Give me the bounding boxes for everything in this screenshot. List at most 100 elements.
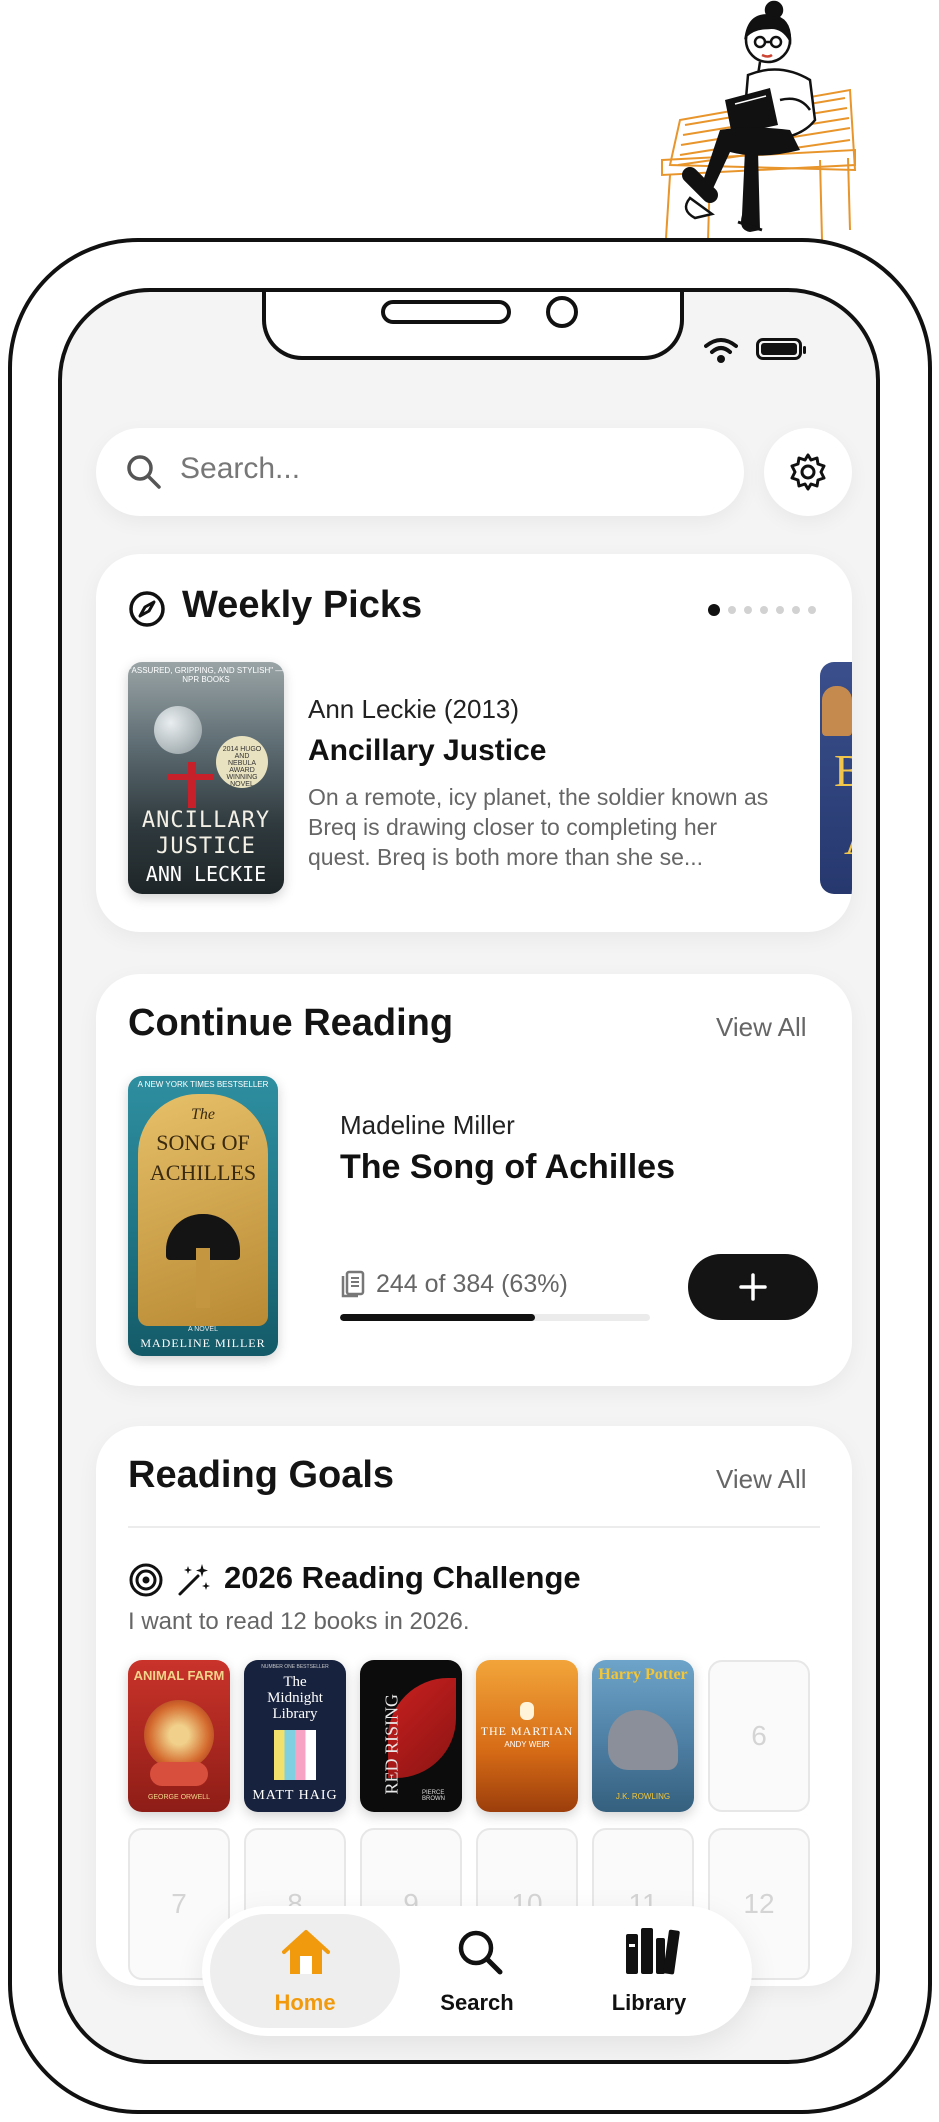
search-bar[interactable]: Search... <box>96 428 744 516</box>
weekly-picks-title: Weekly Picks <box>182 584 423 626</box>
tab-library[interactable]: Library <box>554 1914 744 2028</box>
page-dot <box>728 606 736 614</box>
cover-astronaut <box>520 1702 534 1720</box>
compass-icon <box>129 591 165 627</box>
tab-home-label: Home <box>274 1990 336 2015</box>
challenge-subtitle: I want to read 12 books in 2026. <box>128 1608 470 1635</box>
reading-progress-text: 244 of 384 (63%) <box>376 1270 568 1298</box>
cover-figure <box>822 686 852 736</box>
wifi-icon <box>704 338 738 363</box>
continue-reading-card: Continue Reading View All A NEW YORK TIM… <box>96 974 852 1386</box>
book-title[interactable]: The Song of Achilles <box>340 1148 675 1187</box>
cover-title-line2: ACHILLES <box>149 1160 257 1185</box>
page-dot <box>792 606 800 614</box>
cover-title-line3: Library <box>272 1706 318 1722</box>
cover-title-line1: The <box>283 1674 307 1690</box>
book-description: On a remote, icy planet, the soldier kno… <box>308 784 769 870</box>
cover-author: PIERCE BROWN <box>422 1790 445 1802</box>
cover-author: GEORGE ORWELL <box>147 1794 211 1801</box>
cover-title: ANIMAL FARM <box>133 1668 225 1683</box>
cover-title-the: The <box>191 1106 215 1123</box>
gear-icon <box>790 453 826 491</box>
cover-title-line2: Midnight <box>267 1690 323 1706</box>
cover-novel: A NOVEL <box>188 1326 218 1333</box>
cover-title: RED RISING <box>381 1693 402 1795</box>
cover-planet <box>154 706 202 754</box>
page-indicator <box>708 604 828 618</box>
cover-award-badge: 2014 HUGO AND NEBULA AWARD WINNING NOVEL <box>216 736 268 788</box>
page-dot <box>776 606 784 614</box>
cover-pre: NUMBER ONE BESTSELLER <box>261 1664 329 1670</box>
goal-book-midnight-library[interactable]: NUMBER ONE BESTSELLER The Midnight Libra… <box>244 1660 346 1812</box>
cover-building <box>274 1730 316 1780</box>
book-cover-ancillary-justice[interactable]: "ASSURED, GRIPPING, AND STYLISH" —NPR BO… <box>128 662 284 894</box>
cover-text: B <box>834 744 852 797</box>
plus-icon <box>739 1273 767 1301</box>
search-icon <box>127 455 161 489</box>
front-camera <box>546 296 578 328</box>
cover-sun <box>144 1700 214 1770</box>
book-title[interactable]: Ancillary Justice <box>308 734 546 768</box>
battery-icon <box>756 338 806 360</box>
target-icon <box>129 1563 163 1597</box>
continue-reading-title: Continue Reading <box>128 1002 454 1044</box>
book-cover-next[interactable]: B A <box>820 662 852 894</box>
book-author-year: Ann Leckie (2013) <box>308 694 520 724</box>
goal-book-the-martian[interactable]: THE MARTIAN ANDY WEIR <box>476 1660 578 1812</box>
cover-title: THE MARTIAN <box>480 1724 574 1738</box>
add-progress-button[interactable] <box>688 1254 818 1320</box>
cover-title-line1: ANCILLARY <box>141 808 271 833</box>
page-dot <box>760 606 768 614</box>
phone-screen: Search... Weekly Picks "ASSURED, GRIPPIN… <box>58 288 880 2064</box>
cover-title: Harry Potter <box>598 1666 688 1683</box>
cover-author: ANN LECKIE <box>145 862 267 886</box>
book-author: Madeline Miller <box>340 1110 515 1140</box>
reading-goals-card: Reading Goals View All 2026 Reading Chal… <box>96 1426 852 1986</box>
challenge-title[interactable]: 2026 Reading Challenge <box>224 1560 581 1596</box>
cover-ship <box>188 762 196 808</box>
bottom-tab-bar: Home Search Library <box>202 1906 752 2036</box>
magic-wand-icon <box>178 1564 210 1596</box>
home-icon <box>282 1930 330 1974</box>
continue-reading-view-all[interactable]: View All <box>716 1012 807 1043</box>
cover-hippogriff <box>608 1710 678 1770</box>
cover-pig <box>150 1762 208 1786</box>
page-dot <box>744 606 752 614</box>
phone-notch <box>262 292 684 360</box>
reading-goals-title: Reading Goals <box>128 1454 395 1496</box>
tab-home[interactable]: Home <box>210 1914 400 2028</box>
library-icon <box>626 1928 680 1975</box>
cover-author: ANDY WEIR <box>504 1740 550 1749</box>
goal-book-harry-potter[interactable]: Harry Potter J.K. ROWLING <box>592 1660 694 1812</box>
tab-search-label: Search <box>440 1990 514 2015</box>
page-dot <box>808 606 816 614</box>
cover-ship <box>168 774 214 780</box>
goal-slot-empty[interactable]: 6 <box>708 1660 810 1812</box>
reading-woman-illustration <box>661 0 857 241</box>
goal-book-red-rising[interactable]: RED RISING PIERCE BROWN <box>360 1660 462 1812</box>
reading-progress-fill <box>340 1314 536 1321</box>
cover-title-line1: SONG OF <box>156 1130 250 1155</box>
search-icon <box>458 1930 503 1975</box>
page-dot-active <box>708 604 720 616</box>
divider <box>128 1526 820 1528</box>
cover-tagline: "ASSURED, GRIPPING, AND STYLISH" —NPR BO… <box>128 666 284 684</box>
cover-author: MATT HAIG <box>252 1788 338 1803</box>
tab-library-label: Library <box>611 1990 687 2015</box>
tab-search[interactable]: Search <box>382 1914 572 2028</box>
cover-helmet-nose <box>196 1248 210 1308</box>
cover-text: A <box>844 812 852 865</box>
cover-title-line2: JUSTICE <box>156 834 256 859</box>
cover-banner: A NEW YORK TIMES BESTSELLER <box>137 1080 269 1089</box>
cover-author: MADELINE MILLER <box>140 1336 266 1350</box>
settings-button[interactable] <box>764 428 852 516</box>
book-cover-song-of-achilles[interactable]: A NEW YORK TIMES BESTSELLER The SONG OF … <box>128 1076 278 1356</box>
reading-progress-track <box>340 1314 650 1321</box>
cover-author: J.K. ROWLING <box>615 1792 671 1801</box>
reading-goals-view-all[interactable]: View All <box>716 1464 807 1495</box>
search-input[interactable]: Search... <box>180 452 300 486</box>
speaker-slot <box>381 300 511 324</box>
goal-book-animal-farm[interactable]: ANIMAL FARM GEORGE ORWELL <box>128 1660 230 1812</box>
weekly-picks-card: Weekly Picks "ASSURED, GRIPPING, AND STY… <box>96 554 852 932</box>
pages-icon <box>341 1270 365 1298</box>
